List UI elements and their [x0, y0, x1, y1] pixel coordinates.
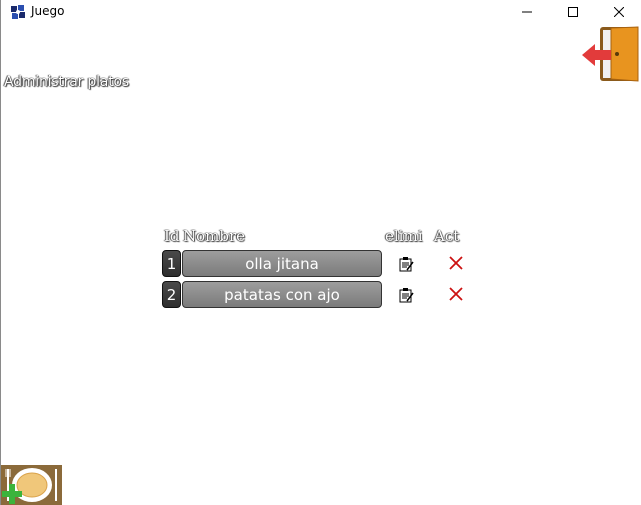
window-title: Juego — [31, 4, 65, 18]
red-x-icon[interactable] — [448, 255, 464, 271]
table-header: Id Nombre elimi Act — [162, 227, 482, 247]
maximize-icon — [568, 6, 578, 17]
add-plate-icon — [1, 465, 62, 505]
header-update: Act — [434, 227, 460, 245]
title-bar[interactable]: Juego — [1, 0, 641, 23]
table-row: 1 olla jitana — [162, 250, 482, 277]
exit-door-icon — [582, 26, 639, 82]
app-window: Juego Administrar platos Id Nombre elimi… — [0, 0, 641, 505]
maximize-button[interactable] — [550, 0, 596, 23]
red-x-icon[interactable] — [448, 286, 464, 302]
close-icon — [614, 6, 624, 17]
header-id: Id — [164, 227, 180, 245]
exit-button[interactable] — [581, 25, 641, 83]
header-name: Nombre — [183, 227, 246, 245]
add-dish-button[interactable] — [1, 465, 62, 505]
dishes-table: Id Nombre elimi Act 1 olla jitana 2 pata… — [162, 227, 482, 308]
row-id: 1 — [162, 250, 181, 277]
page-title: Administrar platos — [4, 74, 129, 90]
minimize-button[interactable] — [504, 0, 550, 23]
clipboard-edit-icon[interactable] — [398, 287, 414, 303]
header-delete: elimi — [385, 227, 423, 245]
close-button[interactable] — [596, 0, 641, 23]
clipboard-edit-icon[interactable] — [398, 256, 414, 272]
row-id: 2 — [162, 281, 181, 308]
table-row: 2 patatas con ajo — [162, 281, 482, 308]
row-name-button[interactable]: patatas con ajo — [182, 281, 382, 308]
app-logo-icon — [11, 5, 25, 19]
minimize-icon — [522, 11, 532, 12]
row-name-button[interactable]: olla jitana — [182, 250, 382, 277]
